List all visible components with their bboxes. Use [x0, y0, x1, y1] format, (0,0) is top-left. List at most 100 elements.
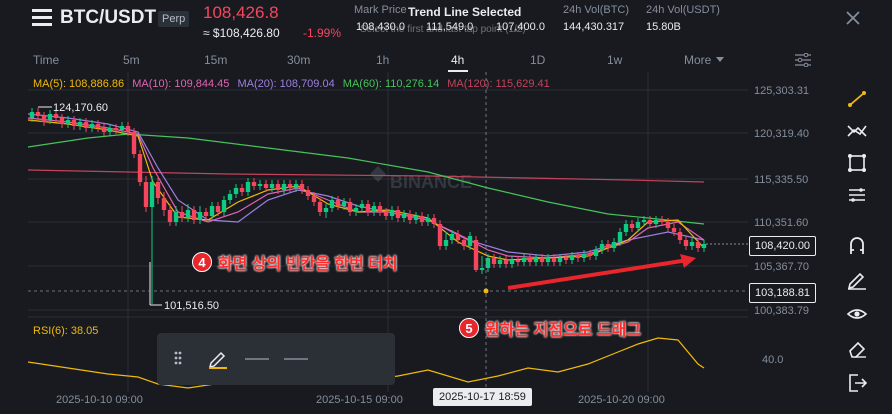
candle-body — [143, 182, 149, 207]
tab-30m[interactable]: 30m — [287, 53, 310, 67]
candle-body — [113, 128, 119, 130]
chart-settings-icon[interactable] — [795, 53, 811, 67]
candle-body — [473, 240, 479, 270]
candle-body — [137, 154, 143, 182]
magnet-icon — [850, 237, 864, 254]
candle-body — [695, 242, 701, 248]
svg-text:BINANCE: BINANCE — [390, 172, 472, 192]
candle-body — [659, 220, 665, 222]
rectangle-tool[interactable] — [846, 152, 868, 174]
price-chart[interactable]: BINANCE 124,170.60 101,516.50 RSI(6): 38… — [28, 72, 828, 414]
magnet-tool[interactable] — [846, 234, 868, 256]
candle-body — [689, 242, 695, 246]
candle-body — [677, 232, 683, 240]
x-tick-1: 2025-10-10 09:00 — [56, 394, 143, 406]
trend-line-tool[interactable] — [846, 88, 868, 110]
fib-tool[interactable] — [846, 184, 868, 206]
pair-title[interactable]: BTC/USDT — [60, 7, 156, 29]
tab-more[interactable]: More — [684, 53, 711, 67]
candle-body — [305, 190, 311, 196]
tab-1w[interactable]: 1w — [607, 53, 622, 67]
candle-body — [347, 202, 353, 212]
candle-body — [461, 240, 467, 246]
candle-body — [665, 222, 671, 228]
eraser-tool[interactable] — [846, 337, 868, 359]
tab-5m[interactable]: 5m — [123, 53, 140, 67]
overlay-subtitle: Select the first and last tap point (1/2… — [360, 24, 526, 35]
candle-body — [35, 112, 41, 116]
pencil-tool[interactable] — [846, 268, 868, 290]
tab-1h[interactable]: 1h — [376, 53, 389, 67]
candle-body — [179, 212, 185, 218]
y-tick-2: 120,319.40 — [754, 128, 809, 140]
current-price-tag: 108,420.00 — [749, 236, 817, 256]
ma-legend: MA(5): 108,886.86 MA(10): 109,844.45 MA(… — [33, 78, 555, 90]
drag-handle-icon[interactable] — [173, 347, 183, 369]
candle-body — [521, 258, 527, 262]
candle-body — [557, 258, 563, 262]
ma10-line — [28, 117, 705, 259]
candle-body — [389, 210, 395, 216]
visibility-tool[interactable] — [846, 303, 868, 325]
candle-body — [551, 258, 557, 262]
candle-body — [59, 118, 65, 124]
candle-body — [371, 206, 377, 212]
candle-body — [281, 184, 287, 190]
close-icon[interactable] — [843, 8, 863, 28]
candle-body — [167, 210, 173, 222]
step5-annotation: 5 원하는 지점으로 드래그 — [459, 316, 641, 340]
candle-body — [509, 260, 515, 264]
candle-body — [449, 234, 455, 240]
candle-body — [101, 128, 107, 132]
candle-body — [149, 182, 155, 207]
candle-body — [47, 114, 53, 120]
candle-body — [65, 120, 71, 124]
vol-usdt-label: 24h Vol(USDT) — [646, 4, 720, 16]
ma120-line — [28, 169, 705, 183]
candle-body — [323, 208, 329, 212]
candle-body — [587, 254, 593, 256]
candle-body — [239, 188, 245, 192]
tab-15m[interactable]: 15m — [204, 53, 227, 67]
candle-body — [287, 184, 293, 188]
x-tick-3: 2025-10-20 09:00 — [578, 394, 665, 406]
candle-body — [293, 184, 299, 188]
crosshair-price-tag: 103,188.81 — [749, 283, 817, 303]
candle-body — [197, 212, 203, 220]
vol-usdt-value: 15.80B — [646, 21, 681, 33]
menu-icon[interactable] — [32, 9, 52, 27]
candle-body — [71, 120, 77, 126]
ma5-value: MA(5): 108,886.86 — [33, 78, 125, 90]
candle-body — [413, 216, 419, 220]
line-width-icon[interactable] — [245, 347, 269, 369]
candle-body — [317, 202, 323, 212]
high-marker-label: 124,170.60 — [53, 102, 108, 114]
candle-body — [161, 198, 167, 210]
candle-body — [119, 126, 125, 130]
candle-body — [605, 244, 611, 248]
candle-body — [401, 214, 407, 218]
ma20-value: MA(20): 108,709.04 — [237, 78, 335, 90]
candle-body — [539, 258, 545, 262]
candle-body — [671, 228, 677, 232]
tab-time[interactable]: Time — [33, 53, 59, 67]
candle-body — [575, 256, 581, 258]
candle-body — [503, 260, 509, 264]
chevron-down-icon[interactable] — [716, 57, 724, 63]
vol-btc-value: 144,430.317 — [563, 21, 625, 33]
candle-body — [443, 240, 449, 246]
crosshair-point — [483, 288, 489, 294]
rectangle-icon — [848, 154, 866, 172]
x-tick-2: 2025-10-15 09:00 — [316, 394, 403, 406]
tab-1d[interactable]: 1D — [530, 53, 545, 67]
line-style-icon[interactable] — [284, 347, 308, 369]
multi-line-tool[interactable] — [846, 120, 868, 142]
tab-4h[interactable]: 4h — [451, 53, 464, 67]
candle-body — [617, 232, 623, 242]
exit-drawing-tool[interactable] — [846, 372, 868, 394]
candle-body — [395, 210, 401, 218]
candle-body — [563, 258, 569, 260]
line-color-pencil-icon[interactable] — [207, 347, 229, 369]
candle-body — [77, 122, 83, 126]
candle-body — [581, 254, 587, 258]
